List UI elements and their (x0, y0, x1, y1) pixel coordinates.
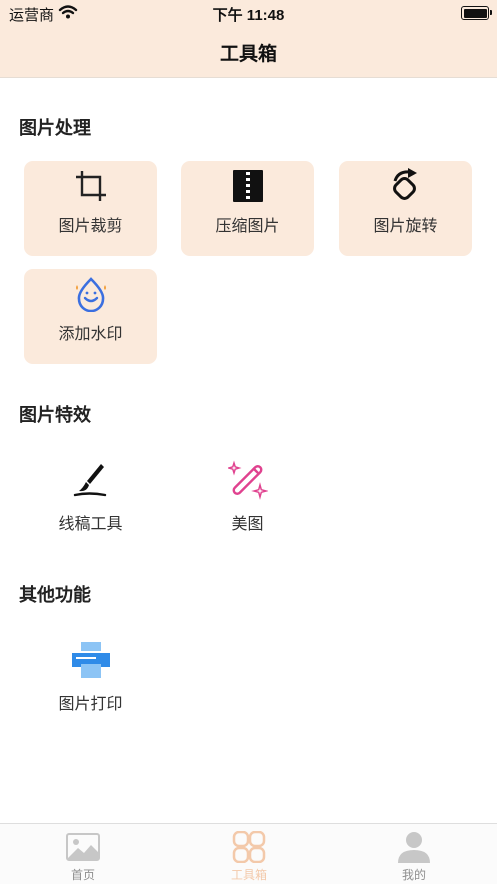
zip-file-icon (230, 168, 266, 204)
tool-card-rotate[interactable]: 图片旋转 (339, 161, 472, 256)
tab-bar: 首页 工具箱 我的 (0, 823, 497, 884)
tool-label: 图片打印 (58, 694, 123, 713)
tool-item-beautify[interactable]: 美图 (181, 453, 314, 548)
tool-label: 美图 (231, 514, 264, 533)
tab-label: 工具箱 (230, 868, 267, 882)
tool-card-watermark[interactable]: 添加水印 (24, 269, 157, 364)
tool-label: 线稿工具 (58, 514, 123, 533)
user-icon (396, 831, 432, 863)
tab-home[interactable]: 首页 (0, 824, 166, 884)
crop-icon (73, 168, 109, 204)
tab-label: 首页 (70, 868, 95, 882)
battery-icon (461, 6, 492, 20)
status-bar: 运营商 下午 11:48 (0, 0, 497, 26)
tool-label: 图片旋转 (373, 216, 438, 235)
magic-wand-icon (226, 460, 269, 500)
tool-card-compress[interactable]: 压缩图片 (181, 161, 314, 256)
printer-icon (71, 640, 111, 680)
water-drop-icon (73, 276, 109, 313)
tool-label: 图片裁剪 (58, 216, 123, 235)
tool-card-crop[interactable]: 图片裁剪 (24, 161, 157, 256)
tool-item-print[interactable]: 图片打印 (24, 633, 157, 728)
navigation-bar: 工具箱 (0, 26, 497, 78)
tool-item-sketch[interactable]: 线稿工具 (24, 453, 157, 548)
tab-toolbox[interactable]: 工具箱 (166, 824, 332, 884)
page-title: 工具箱 (219, 43, 277, 65)
toolbox-icon (231, 830, 267, 864)
image-icon (65, 831, 101, 863)
section-title-image-effects: 图片特效 (19, 405, 91, 426)
tab-mine[interactable]: 我的 (331, 824, 497, 884)
brush-icon (71, 460, 111, 500)
rotate-icon (388, 168, 424, 204)
tool-label: 压缩图片 (215, 216, 280, 235)
section-title-image-processing: 图片处理 (19, 118, 91, 139)
clock: 下午 11:48 (212, 7, 285, 24)
section-title-other-functions: 其他功能 (19, 585, 91, 606)
tab-label: 我的 (401, 868, 426, 882)
tool-label: 添加水印 (58, 324, 123, 343)
